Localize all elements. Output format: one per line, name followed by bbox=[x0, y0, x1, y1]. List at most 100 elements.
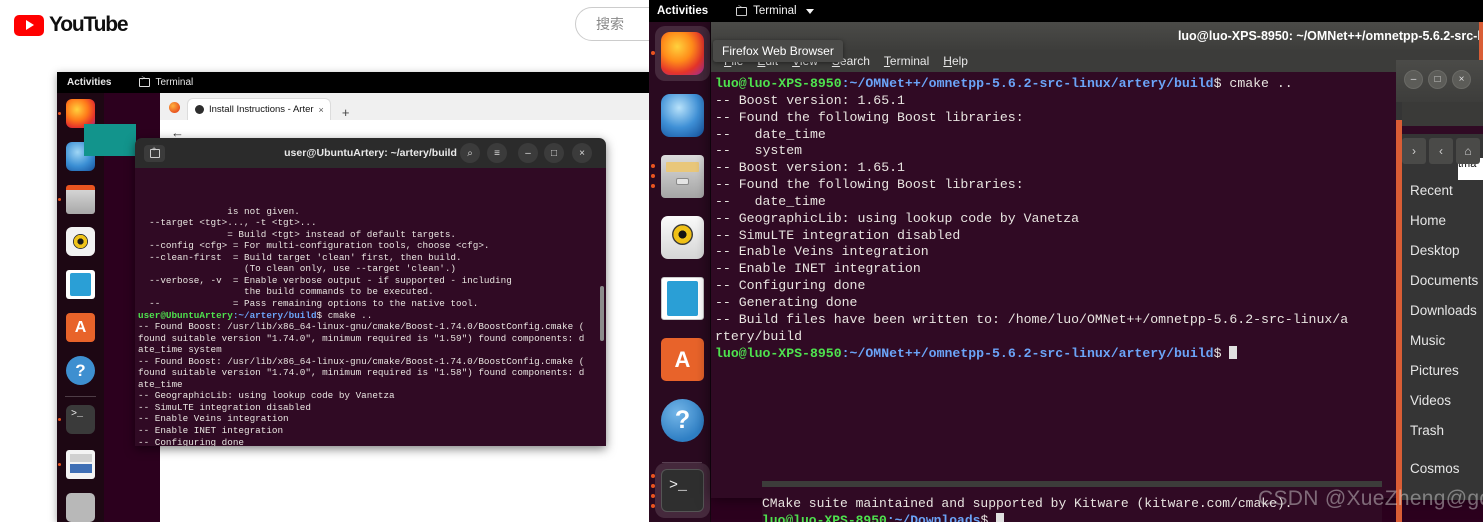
forward-button[interactable]: › bbox=[1402, 138, 1426, 164]
tab-favicon-icon bbox=[195, 105, 204, 114]
dock-help-icon[interactable]: ? bbox=[661, 399, 704, 442]
inner-dock-ubuntu-software-icon[interactable]: A bbox=[66, 313, 95, 342]
youtube-search-placeholder: 搜索 bbox=[596, 16, 624, 32]
terminal-line: (To clean only, use --target 'clean'.) bbox=[138, 263, 457, 275]
new-tab-button[interactable]: + bbox=[342, 105, 350, 120]
dock-libreoffice-writer-icon[interactable] bbox=[661, 277, 704, 320]
terminal-line: ate_time system bbox=[138, 344, 222, 356]
minimize-icon[interactable]: – bbox=[518, 143, 538, 163]
terminal-line: the build commands to be executed. bbox=[138, 286, 434, 298]
inner-terminal-scrollbar[interactable] bbox=[600, 286, 604, 341]
terminal-prompt-user: user@UbuntuArtery bbox=[138, 309, 233, 321]
inner-dock-files-running-dot bbox=[58, 198, 61, 201]
main-terminal-output[interactable]: luo@luo-XPS-8950 :~/OMNet++/omnetpp-5.6.2… bbox=[711, 72, 1483, 498]
inner-dock-extra-icon[interactable] bbox=[66, 493, 95, 522]
inner-dock-libreoffice-writer-icon[interactable] bbox=[66, 270, 95, 299]
close-icon[interactable]: × bbox=[572, 143, 592, 163]
inner-dock-rhythmbox-icon[interactable] bbox=[66, 227, 95, 256]
inner-firefox-tab[interactable]: Install Instructions - Arter × bbox=[187, 98, 331, 120]
terminal-line: -- Configuring done bbox=[715, 278, 866, 294]
file-manager-titlebar[interactable]: – □ × bbox=[1396, 60, 1483, 102]
sidebar-item-documents[interactable]: Documents bbox=[1410, 266, 1483, 296]
file-manager-window: – □ × tma › ‹ ⌂ Recent Home Desktop Documen… bbox=[1396, 60, 1483, 522]
back-button[interactable]: ‹ bbox=[1429, 138, 1453, 164]
dock-firefox-running-dot bbox=[650, 51, 655, 55]
inner-dock-separator bbox=[65, 396, 96, 397]
terminal-prompt-user: luo@luo-XPS-8950 bbox=[715, 76, 842, 91]
dock-files-running-dot-3 bbox=[650, 184, 655, 188]
sidebar-item-desktop[interactable]: Desktop bbox=[1410, 236, 1483, 266]
close-icon[interactable]: × bbox=[319, 105, 324, 115]
hamburger-menu-icon[interactable]: ≡ bbox=[487, 143, 507, 163]
file-manager-subbar bbox=[1402, 102, 1483, 126]
dock-ubuntu-software-icon[interactable]: A bbox=[661, 338, 704, 381]
topbar-app-label: Terminal bbox=[753, 5, 797, 17]
inner-activities-button[interactable]: Activities bbox=[67, 77, 111, 88]
terminal-line: -- Boost version: 1.65.1 bbox=[715, 92, 905, 108]
terminal-line: luo@luo-XPS-8950:~/OMNet++/omnetpp-5.6.2… bbox=[715, 76, 1483, 93]
dock-firefox-icon[interactable] bbox=[661, 32, 704, 75]
dock-terminal-running-dot-2 bbox=[650, 484, 655, 488]
terminal-line: rtery/build bbox=[715, 328, 803, 344]
inner-dock-help-icon[interactable]: ? bbox=[66, 356, 95, 385]
terminal-icon bbox=[736, 5, 748, 16]
lower-terminal-prompt: luo@luo-XPS-8950:~/Downloads$ bbox=[762, 512, 1382, 522]
terminal-prompt-command: $ cmake .. bbox=[316, 309, 373, 321]
terminal-prompt-path: :~/OMNet++/omnetpp-5.6.2-src-linux/arter… bbox=[841, 345, 1214, 361]
close-icon[interactable]: × bbox=[1452, 70, 1471, 89]
dock-files-running-dot-1 bbox=[650, 164, 655, 168]
maximize-icon[interactable]: □ bbox=[1428, 70, 1447, 89]
watermark: CSDN @XueZheng@gdut bbox=[1258, 487, 1483, 510]
minimize-icon[interactable]: – bbox=[1404, 70, 1423, 89]
inner-topbar: Activities Terminal bbox=[57, 72, 652, 93]
terminal-line: user@UbuntuArtery:~/artery/build$ cmake … bbox=[138, 310, 606, 322]
sidebar-item-home[interactable]: Home bbox=[1410, 206, 1483, 236]
terminal-line: -- date_time bbox=[715, 126, 826, 142]
sidebar-item-cosmos[interactable]: Cosmos bbox=[1410, 454, 1483, 484]
terminal-line: -- Configuring done bbox=[138, 436, 245, 446]
sidebar-item-recent[interactable]: Recent bbox=[1410, 176, 1483, 206]
inner-terminal-output[interactable]: is not given. --target <tgt>..., -t <tgt… bbox=[135, 168, 606, 446]
search-icon[interactable]: ⌕ bbox=[460, 143, 480, 163]
terminal-line: --clean-first = Build target 'clean' fir… bbox=[138, 251, 462, 263]
terminal-cursor bbox=[1229, 345, 1238, 359]
inner-dock-files-icon[interactable] bbox=[66, 185, 95, 214]
sidebar-item-pictures[interactable]: Pictures bbox=[1410, 356, 1483, 386]
file-manager-sidebar: Recent Home Desktop Documents Downloads Music… bbox=[1410, 176, 1483, 484]
menu-item-help[interactable]: Help bbox=[943, 54, 968, 68]
file-manager-accent-strip bbox=[1402, 126, 1483, 134]
screenshot-root: YouTube 搜索 ies in e ependi se depen 020,… bbox=[0, 0, 1483, 522]
dock-terminal-icon[interactable]: >_ bbox=[661, 469, 704, 512]
inner-topbar-app-label: Terminal bbox=[155, 77, 194, 88]
sidebar-item-downloads[interactable]: Downloads bbox=[1410, 296, 1483, 326]
inner-topbar-app[interactable]: Terminal bbox=[139, 76, 194, 88]
main-terminal-window: luo@luo-XPS-8950: ~/OMNet++/omnetpp-5.6.… bbox=[711, 22, 1483, 498]
ubuntu-desktop: Activities Terminal bbox=[649, 0, 1483, 522]
topbar-app-menu[interactable]: Terminal bbox=[736, 5, 814, 17]
inner-terminal-titlebar: user@UbuntuArtery: ~/artery/build ⌕ ≡ – … bbox=[135, 138, 606, 168]
terminal-prompt-command: $ cmake .. bbox=[1213, 76, 1293, 91]
terminal-icon bbox=[139, 76, 151, 87]
terminal-line: --verbose, -v = Enable verbose output - … bbox=[138, 274, 512, 286]
desktop-dock: A ? >_ bbox=[649, 22, 711, 522]
home-button[interactable]: ⌂ bbox=[1456, 138, 1480, 164]
inner-dock-terminal-icon[interactable]: >_ bbox=[66, 405, 95, 434]
terminal-line: -- Found Boost: /usr/lib/x86_64-linux-gn… bbox=[138, 355, 585, 367]
file-manager-navbar: › ‹ ⌂ bbox=[1402, 136, 1483, 166]
inner-dock-document-viewer-icon[interactable] bbox=[66, 450, 95, 479]
sidebar-item-videos[interactable]: Videos bbox=[1410, 386, 1483, 416]
youtube-logo[interactable]: YouTube bbox=[14, 13, 129, 37]
terminal-line: -- GeographicLib: using lookup code by V… bbox=[138, 390, 395, 402]
dock-rhythmbox-icon[interactable] bbox=[661, 216, 704, 259]
dock-files-icon[interactable] bbox=[661, 155, 704, 198]
dock-thunderbird-icon[interactable] bbox=[661, 94, 704, 137]
terminal-line: -- Enable Veins integration bbox=[138, 413, 289, 425]
activities-button[interactable]: Activities bbox=[657, 5, 708, 17]
sidebar-item-trash[interactable]: Trash bbox=[1410, 416, 1483, 446]
sidebar-item-music[interactable]: Music bbox=[1410, 326, 1483, 356]
menu-item-terminal[interactable]: Terminal bbox=[884, 54, 929, 68]
terminal-line: ate_time bbox=[138, 378, 183, 390]
maximize-icon[interactable]: □ bbox=[544, 143, 564, 163]
terminal-line: -- Generating done bbox=[715, 294, 858, 310]
terminal-line: -- GeographicLib: using lookup code by V… bbox=[715, 210, 1080, 226]
